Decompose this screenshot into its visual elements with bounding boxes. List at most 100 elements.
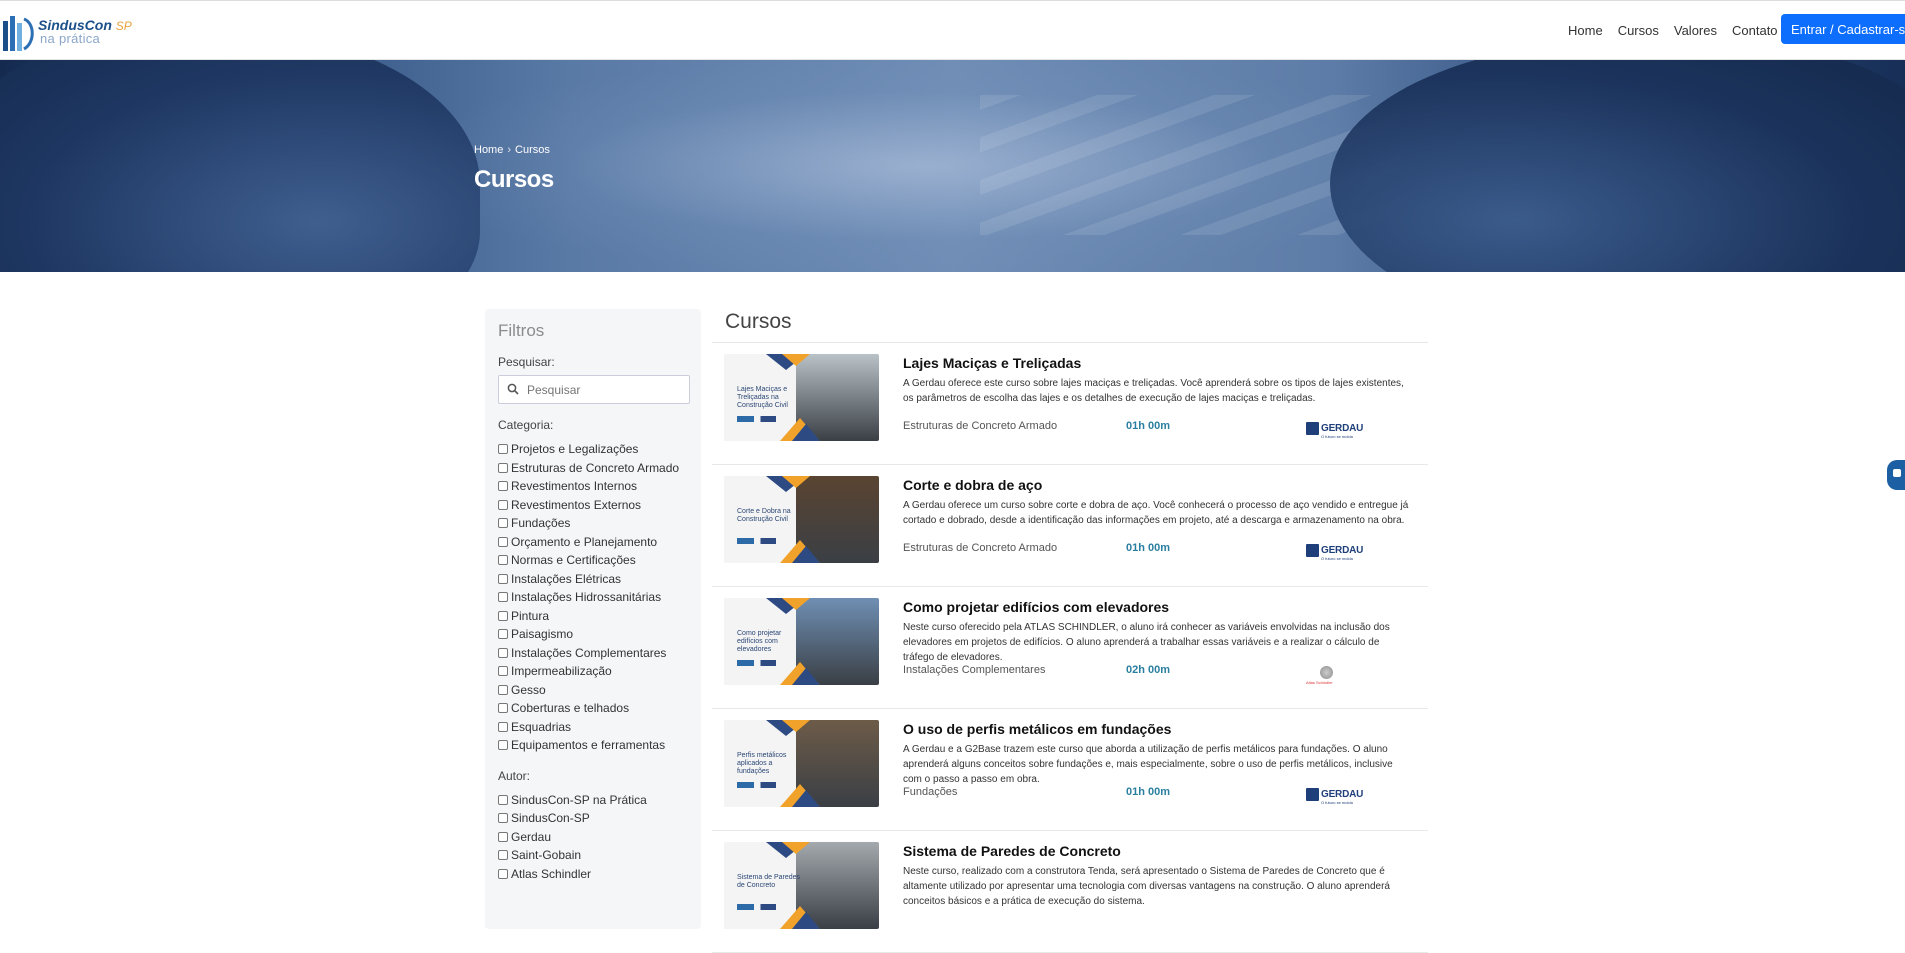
- thumbnail-partner-logos: [737, 538, 793, 544]
- category-option[interactable]: Instalações Hidrossanitárias: [498, 588, 688, 607]
- category-checkbox[interactable]: [498, 666, 508, 677]
- login-signup-button[interactable]: Entrar / Cadastrar-se: [1781, 14, 1905, 44]
- course-thumbnail[interactable]: Sistema de Paredes de Concreto: [724, 842, 879, 929]
- course-title[interactable]: Como projetar edifícios com elevadores: [903, 599, 1169, 615]
- category-checkbox[interactable]: [498, 518, 508, 529]
- sinduscon-logo[interactable]: SindusCon SP na prática: [0, 11, 140, 55]
- category-checkbox[interactable]: [498, 740, 508, 751]
- nav-home[interactable]: Home: [1568, 23, 1603, 38]
- course-title[interactable]: O uso de perfis metálicos em fundações: [903, 721, 1171, 737]
- course-card[interactable]: Como projetar edifícios com elevadores Co…: [712, 587, 1428, 709]
- course-duration: 01h 00m: [1126, 420, 1171, 432]
- category-checkbox[interactable]: [498, 684, 508, 695]
- thumbnail-decoration: [792, 912, 820, 929]
- category-option[interactable]: Esquadrias: [498, 718, 688, 737]
- course-card[interactable]: Perfis metálicos aplicados a fundações O …: [712, 709, 1428, 831]
- category-option[interactable]: Projetos e Legalizações: [498, 440, 688, 459]
- breadcrumb-home[interactable]: Home: [474, 144, 503, 156]
- course-thumbnail[interactable]: Lajes Maciças e Treliçadas na Construção…: [724, 354, 879, 441]
- author-checkbox[interactable]: [498, 813, 508, 824]
- category-option-label: Instalações Hidrossanitárias: [511, 590, 662, 605]
- category-option-label: Gesso: [511, 682, 546, 697]
- category-checkbox[interactable]: [498, 444, 508, 455]
- category-option-label: Instalações Elétricas: [511, 571, 622, 586]
- category-option-label: Instalações Complementares: [511, 645, 667, 660]
- breadcrumb-current: Cursos: [515, 144, 550, 156]
- author-option[interactable]: SindusCon-SP na Prática: [498, 791, 688, 810]
- category-option[interactable]: Equipamentos e ferramentas: [498, 736, 688, 755]
- category-option-label: Fundações: [511, 516, 571, 531]
- category-checkbox[interactable]: [498, 499, 508, 510]
- category-checkbox[interactable]: [498, 462, 508, 473]
- category-option-label: Orçamento e Planejamento: [511, 534, 658, 549]
- category-option-label: Pintura: [511, 608, 550, 623]
- course-title[interactable]: Corte e dobra de aço: [903, 477, 1042, 493]
- nav-contato[interactable]: Contato: [1732, 23, 1778, 38]
- thumbnail-title: Como projetar edifícios com elevadores: [737, 630, 782, 653]
- author-checkbox[interactable]: [498, 850, 508, 861]
- search-field[interactable]: [498, 375, 690, 404]
- category-option[interactable]: Normas e Certificações: [498, 551, 688, 570]
- course-description: Neste curso, realizado com a construtora…: [903, 866, 1390, 907]
- thumbnail-title: Sistema de Paredes de Concreto: [737, 874, 801, 889]
- category-checkbox[interactable]: [498, 647, 508, 658]
- category-option[interactable]: Revestimentos Externos: [498, 496, 688, 515]
- category-option[interactable]: Instalações Elétricas: [498, 570, 688, 589]
- category-option[interactable]: Gesso: [498, 681, 688, 700]
- search-input[interactable]: [527, 380, 683, 400]
- author-filter-list: SindusCon-SP na Prática SindusCon-SP Gerda…: [498, 791, 688, 884]
- author-option[interactable]: SindusCon-SP: [498, 809, 688, 828]
- category-option-label: Estruturas de Concreto Armado: [511, 460, 680, 475]
- category-option-label: Esquadrias: [511, 719, 572, 734]
- nav-valores[interactable]: Valores: [1674, 23, 1717, 38]
- category-option-label: Coberturas e telhados: [511, 701, 630, 716]
- author-checkbox[interactable]: [498, 794, 508, 805]
- category-option[interactable]: Pintura: [498, 607, 688, 626]
- course-card[interactable]: Sistema de Paredes de Concreto Sistema de…: [712, 831, 1428, 953]
- category-option-label: Equipamentos e ferramentas: [511, 738, 666, 753]
- thumbnail-decoration: [792, 790, 820, 807]
- author-checkbox[interactable]: [498, 831, 508, 842]
- course-title[interactable]: Sistema de Paredes de Concreto: [903, 843, 1121, 859]
- course-thumbnail[interactable]: Perfis metálicos aplicados a fundações: [724, 720, 879, 807]
- nav-cursos[interactable]: Cursos: [1618, 23, 1659, 38]
- category-checkbox[interactable]: [498, 536, 508, 547]
- course-title[interactable]: Lajes Maciças e Treliçadas: [903, 355, 1081, 371]
- category-option[interactable]: Revestimentos Internos: [498, 477, 688, 496]
- category-option[interactable]: Instalações Complementares: [498, 644, 688, 663]
- category-checkbox[interactable]: [498, 703, 508, 714]
- partner-logo-text: GERDAU: [1321, 789, 1364, 800]
- thumbnail-decoration: [782, 476, 810, 488]
- thumbnail-decoration: [792, 424, 820, 441]
- category-option[interactable]: Impermeabilização: [498, 662, 688, 681]
- accessibility-widget-button[interactable]: [1887, 460, 1905, 490]
- category-option[interactable]: Paisagismo: [498, 625, 688, 644]
- author-option[interactable]: Atlas Schindler: [498, 865, 688, 884]
- course-description: A Gerdau oferece este curso sobre lajes …: [903, 378, 1404, 404]
- category-checkbox[interactable]: [498, 555, 508, 566]
- category-option[interactable]: Coberturas e telhados: [498, 699, 688, 718]
- partner-logo-tagline: O futuro se molda: [1321, 556, 1353, 561]
- category-checkbox[interactable]: [498, 721, 508, 732]
- course-thumbnail[interactable]: Corte e Dobra na Construção Civil: [724, 476, 879, 563]
- course-description: A Gerdau e a G2Base trazem este curso qu…: [903, 744, 1393, 785]
- category-checkbox[interactable]: [498, 592, 508, 603]
- course-card[interactable]: Lajes Maciças e Treliçadas na Construção…: [712, 343, 1428, 465]
- category-option[interactable]: Estruturas de Concreto Armado: [498, 459, 688, 478]
- category-option[interactable]: Fundações: [498, 514, 688, 533]
- category-option[interactable]: Orçamento e Planejamento: [498, 533, 688, 552]
- thumbnail-decoration: [792, 546, 820, 563]
- course-thumbnail[interactable]: Como projetar edifícios com elevadores: [724, 598, 879, 685]
- partner-logo-text: Atlas Schindler: [1306, 680, 1333, 685]
- search-label: Pesquisar:: [498, 355, 555, 369]
- author-option-label: SindusCon-SP na Prática: [511, 792, 647, 807]
- category-checkbox[interactable]: [498, 481, 508, 492]
- author-checkbox[interactable]: [498, 868, 508, 879]
- category-checkbox[interactable]: [498, 629, 508, 640]
- category-checkbox[interactable]: [498, 610, 508, 621]
- course-card[interactable]: Corte e Dobra na Construção Civil Corte e…: [712, 465, 1428, 587]
- category-checkbox[interactable]: [498, 573, 508, 584]
- thumbnail-decoration: [782, 720, 810, 732]
- author-option[interactable]: Gerdau: [498, 828, 688, 847]
- author-option[interactable]: Saint-Gobain: [498, 846, 688, 865]
